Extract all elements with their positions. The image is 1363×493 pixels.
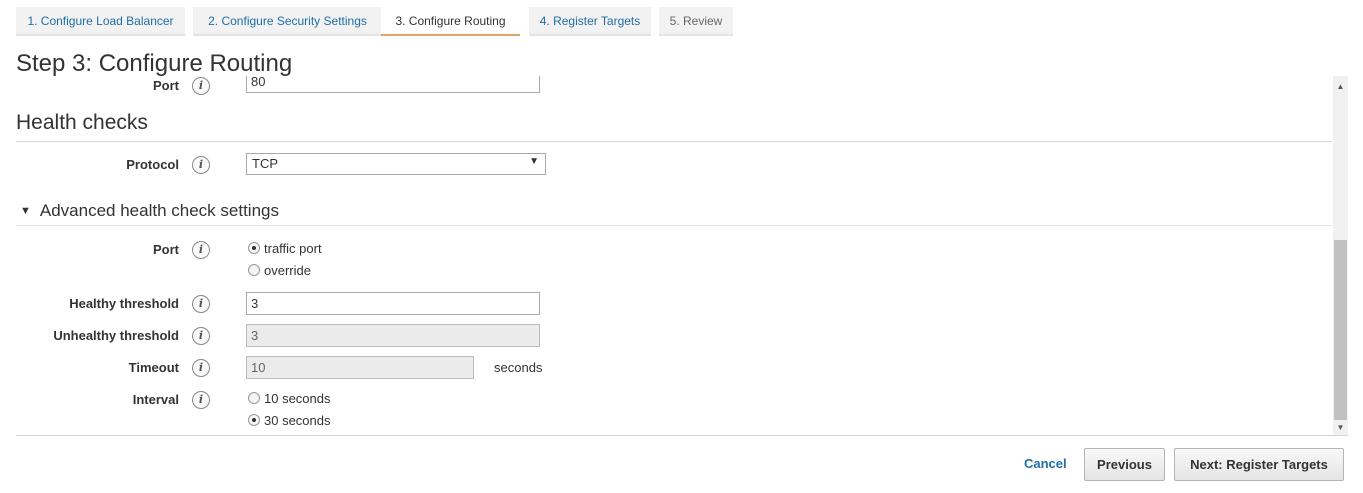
- target-port-label: Port: [153, 78, 179, 93]
- info-icon[interactable]: i: [192, 156, 210, 174]
- interval-row: Interval i: [16, 391, 1316, 418]
- cancel-button[interactable]: Cancel: [1024, 456, 1067, 471]
- scroll-up-icon[interactable]: ▲: [1333, 79, 1348, 94]
- radio-label: traffic port: [264, 241, 322, 256]
- unhealthy-threshold-input: [246, 324, 540, 347]
- healthy-threshold-label: Healthy threshold: [69, 296, 179, 311]
- target-port-row: Port i: [16, 76, 1316, 104]
- health-port-row: Port i: [16, 241, 1316, 268]
- interval-radio-30-seconds[interactable]: 30 seconds: [248, 413, 331, 428]
- protocol-selected-value: TCP: [252, 156, 278, 171]
- tab-register-targets[interactable]: 4. Register Targets: [529, 7, 651, 36]
- advanced-settings-title: Advanced health check settings: [39, 201, 279, 220]
- timeout-unit: seconds: [494, 360, 543, 375]
- radio-label: override: [264, 263, 311, 278]
- chevron-down-icon: ▼: [529, 156, 539, 167]
- tab-configure-security-settings[interactable]: 2. Configure Security Settings: [193, 7, 382, 36]
- form-scroll-area[interactable]: Port i Health checks Protocol i TCP ▼ ▼ A…: [16, 76, 1348, 436]
- info-icon[interactable]: i: [192, 295, 210, 313]
- info-icon[interactable]: i: [192, 391, 210, 409]
- info-icon[interactable]: i: [192, 241, 210, 259]
- port-radio-override[interactable]: override: [248, 263, 311, 278]
- next-register-targets-button[interactable]: Next: Register Targets: [1174, 448, 1344, 481]
- target-port-input[interactable]: [246, 76, 540, 93]
- unhealthy-threshold-label: Unhealthy threshold: [53, 328, 179, 343]
- tab-configure-routing[interactable]: 3. Configure Routing: [381, 7, 520, 36]
- scrollbar-thumb[interactable]: [1334, 240, 1347, 420]
- info-icon[interactable]: i: [192, 327, 210, 345]
- timeout-row: Timeout i seconds: [16, 356, 1316, 386]
- advanced-settings-toggle[interactable]: ▼ Advanced health check settings: [16, 201, 1332, 226]
- radio-button[interactable]: [248, 392, 260, 404]
- timeout-label: Timeout: [128, 360, 179, 375]
- radio-button-selected[interactable]: [248, 414, 260, 426]
- protocol-select[interactable]: TCP ▼: [246, 153, 546, 175]
- radio-label: 30 seconds: [264, 413, 331, 428]
- interval-label: Interval: [132, 392, 179, 407]
- radio-label: 10 seconds: [264, 391, 331, 406]
- scroll-down-icon[interactable]: ▼: [1333, 420, 1348, 435]
- unhealthy-threshold-row: Unhealthy threshold i: [16, 324, 1316, 354]
- radio-button[interactable]: [248, 264, 260, 276]
- timeout-input: [246, 356, 474, 379]
- interval-radio-10-seconds[interactable]: 10 seconds: [248, 391, 331, 406]
- healthy-threshold-input[interactable]: [246, 292, 540, 315]
- healthy-threshold-row: Healthy threshold i: [16, 292, 1316, 322]
- page-title: Step 3: Configure Routing: [16, 50, 293, 77]
- triangle-down-icon: ▼: [20, 205, 31, 217]
- info-icon[interactable]: i: [192, 77, 210, 95]
- scrollbar[interactable]: ▲ ▼: [1333, 76, 1348, 435]
- previous-button[interactable]: Previous: [1084, 448, 1165, 481]
- tab-configure-load-balancer[interactable]: 1. Configure Load Balancer: [16, 7, 185, 36]
- tab-review[interactable]: 5. Review: [659, 7, 733, 36]
- health-checks-heading: Health checks: [16, 111, 1332, 142]
- info-icon[interactable]: i: [192, 359, 210, 377]
- protocol-row: Protocol i TCP ▼: [16, 153, 1316, 183]
- radio-button-selected[interactable]: [248, 242, 260, 254]
- port-radio-traffic-port[interactable]: traffic port: [248, 241, 322, 256]
- health-port-label: Port: [153, 242, 179, 257]
- protocol-label: Protocol: [126, 157, 179, 172]
